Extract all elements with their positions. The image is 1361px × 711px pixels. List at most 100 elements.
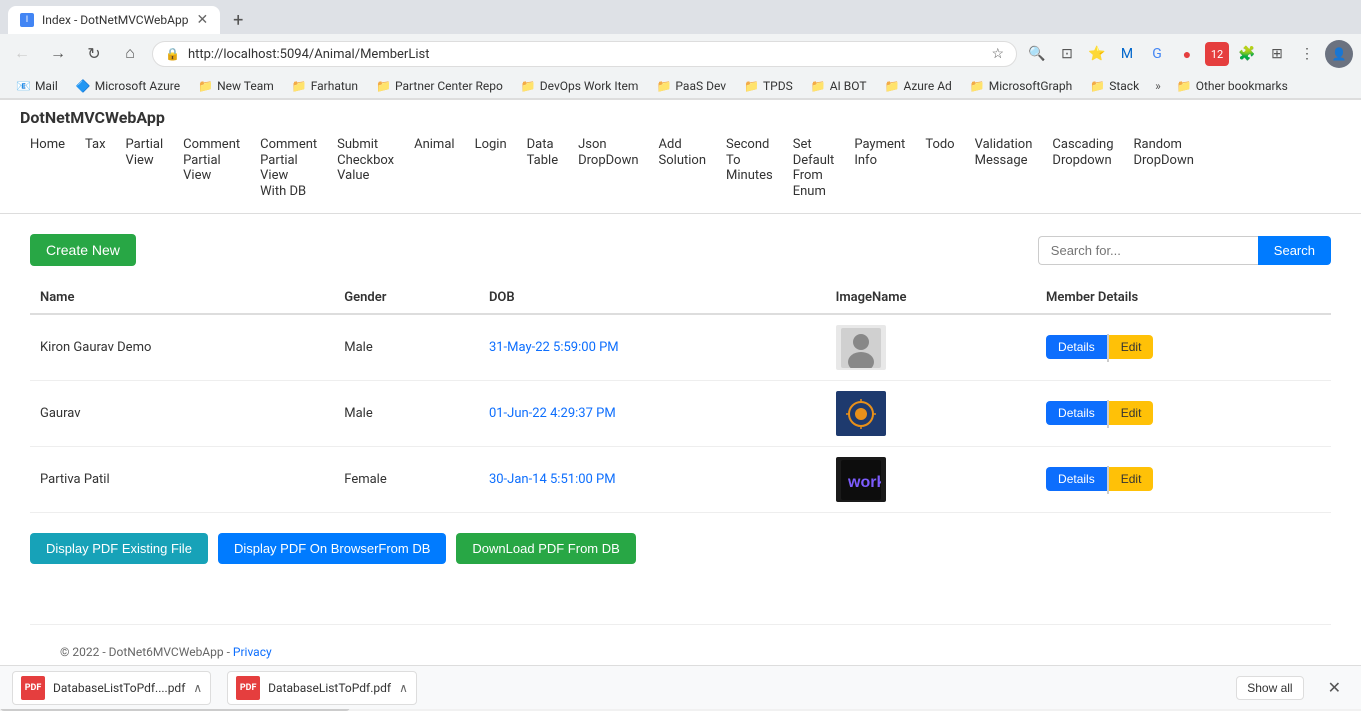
member-gender: Female: [334, 447, 479, 513]
nav-tax[interactable]: Tax: [75, 131, 116, 205]
nav-todo[interactable]: Todo: [915, 131, 964, 205]
pdf-icon: PDF: [21, 676, 45, 700]
bookmark-icon[interactable]: ⭐: [1085, 42, 1109, 66]
nav-payment-info[interactable]: PaymentInfo: [844, 131, 915, 205]
extension-opera-icon[interactable]: ●: [1175, 42, 1199, 66]
nav-second-to-minutes[interactable]: SecondToMinutes: [716, 131, 783, 205]
extension-badge-icon[interactable]: 12: [1205, 42, 1229, 66]
back-button[interactable]: ←: [8, 40, 36, 68]
address-bar[interactable]: 🔒 http://localhost:5094/Animal/MemberLis…: [152, 41, 1017, 67]
nav-validation[interactable]: ValidationMessage: [965, 131, 1043, 205]
member-dob: 31-May-22 5:59:00 PM: [479, 314, 826, 381]
chevron-up-icon[interactable]: ∧: [193, 681, 202, 695]
bookmark-msgraph[interactable]: 📁 MicrosoftGraph: [962, 77, 1080, 95]
bookmark-newteam[interactable]: 📁 New Team: [190, 77, 282, 95]
folder-icon: 📁: [656, 79, 671, 93]
nav-set-default[interactable]: SetDefaultFromEnum: [783, 131, 845, 205]
extension-translate-icon[interactable]: G: [1145, 42, 1169, 66]
nav-json-dropdown[interactable]: JsonDropDown: [568, 131, 648, 205]
nav-cascading[interactable]: CascadingDropdown: [1042, 131, 1123, 205]
edit-button[interactable]: Edit: [1109, 335, 1154, 359]
bookmark-azure[interactable]: 🔷 Microsoft Azure: [68, 77, 188, 95]
browser-tab[interactable]: I Index - DotNetMVCWebApp ✕: [8, 6, 220, 34]
bookmark-mail[interactable]: 📧 Mail: [8, 77, 66, 95]
extension-ms-icon[interactable]: M: [1115, 42, 1139, 66]
dob-link[interactable]: 31-May-22 5:59:00 PM: [489, 340, 619, 355]
details-button[interactable]: Details: [1046, 401, 1107, 425]
azure-icon: 🔷: [76, 79, 91, 93]
folder-icon: 📁: [744, 79, 759, 93]
member-actions: DetailsEdit: [1036, 447, 1331, 513]
nav-partial-view[interactable]: PartialView: [116, 131, 174, 205]
details-button[interactable]: Details: [1046, 467, 1107, 491]
nav-comment-partial[interactable]: CommentPartialView: [173, 131, 250, 205]
dob-link[interactable]: 01-Jun-22 4:29:37 PM: [489, 406, 616, 421]
forward-button[interactable]: →: [44, 40, 72, 68]
bookmark-label: PaaS Dev: [675, 79, 726, 93]
bookmark-label: DevOps Work Item: [540, 79, 639, 93]
edit-button[interactable]: Edit: [1109, 401, 1154, 425]
menu-button[interactable]: ⋮: [1295, 42, 1319, 66]
reload-button[interactable]: ↻: [80, 40, 108, 68]
zoom-icon[interactable]: ⊞: [1265, 42, 1289, 66]
member-image: work: [836, 457, 886, 502]
bookmark-other[interactable]: 📁 Other bookmarks: [1169, 77, 1296, 95]
bookmark-devops[interactable]: 📁 DevOps Work Item: [513, 77, 647, 95]
edit-button[interactable]: Edit: [1109, 467, 1154, 491]
download-item-2[interactable]: PDF DatabaseListToPdf.pdf ∧: [227, 671, 417, 705]
download-item-1[interactable]: PDF DatabaseListToPdf....pdf ∧: [12, 671, 211, 705]
download-filename-1: DatabaseListToPdf....pdf: [53, 681, 185, 695]
bookmark-label: Stack: [1109, 79, 1139, 93]
home-button[interactable]: ⌂: [116, 40, 144, 68]
display-pdf-browser-button[interactable]: Display PDF On BrowserFrom DB: [218, 533, 446, 564]
bookmarks-overflow[interactable]: »: [1149, 79, 1167, 93]
nav-submit-checkbox[interactable]: SubmitCheckboxValue: [327, 131, 404, 205]
col-header-name: Name: [30, 282, 334, 314]
create-new-button[interactable]: Create New: [30, 234, 136, 266]
download-pdf-button[interactable]: DownLoad PDF From DB: [456, 533, 635, 564]
bookmark-farhatun[interactable]: 📁 Farhatun: [284, 77, 366, 95]
mail-icon: 📧: [16, 79, 31, 93]
display-pdf-existing-button[interactable]: Display PDF Existing File: [30, 533, 208, 564]
bookmark-azuread[interactable]: 📁 Azure Ad: [877, 77, 960, 95]
bookmark-partner[interactable]: 📁 Partner Center Repo: [368, 77, 511, 95]
dob-link[interactable]: 30-Jan-14 5:51:00 PM: [489, 472, 616, 487]
nav-comment-partial-db[interactable]: CommentPartialViewWith DB: [250, 131, 327, 205]
extensions-button[interactable]: 🧩: [1235, 42, 1259, 66]
tab-favicon: I: [20, 13, 34, 27]
cast-icon[interactable]: ⊡: [1055, 42, 1079, 66]
bookmark-tpds[interactable]: 📁 TPDS: [736, 77, 801, 95]
bookmark-label: AI BOT: [830, 79, 867, 93]
profile-avatar[interactable]: 👤: [1325, 40, 1353, 68]
nav-home[interactable]: Home: [20, 131, 75, 205]
bookmark-aibot[interactable]: 📁 AI BOT: [803, 77, 875, 95]
member-image: [836, 391, 886, 436]
bookmark-label: Partner Center Repo: [395, 79, 503, 93]
nav-animal[interactable]: Animal: [404, 131, 464, 205]
privacy-link[interactable]: Privacy: [233, 645, 272, 659]
show-all-button[interactable]: Show all: [1236, 676, 1303, 700]
bookmark-label: MicrosoftGraph: [989, 79, 1072, 93]
bookmark-label: TPDS: [763, 79, 793, 93]
search-input[interactable]: [1038, 236, 1258, 265]
member-gender: Male: [334, 314, 479, 381]
footer-copyright: © 2022 - DotNet6MVCWebApp -: [60, 645, 233, 659]
close-download-bar-button[interactable]: ✕: [1320, 674, 1349, 702]
search-icon[interactable]: 🔍: [1025, 42, 1049, 66]
nav-add-solution[interactable]: AddSolution: [649, 131, 716, 205]
search-button[interactable]: Search: [1258, 236, 1331, 265]
table-row: Gaurav Male 01-Jun-22 4:29:37 PM Details…: [30, 381, 1331, 447]
app-brand: DotNetMVCWebApp: [20, 108, 165, 127]
nav-data-table[interactable]: DataTable: [517, 131, 568, 205]
details-button[interactable]: Details: [1046, 335, 1107, 359]
new-tab-button[interactable]: +: [224, 6, 252, 34]
bookmark-stack[interactable]: 📁 Stack: [1082, 77, 1147, 95]
lock-icon: 🔒: [165, 47, 180, 61]
tab-close-button[interactable]: ✕: [196, 12, 208, 28]
bookmark-label: Microsoft Azure: [95, 79, 180, 93]
nav-random-dropdown[interactable]: RandomDropDown: [1124, 131, 1204, 205]
bookmark-paas[interactable]: 📁 PaaS Dev: [648, 77, 734, 95]
chevron-up-icon[interactable]: ∧: [399, 681, 408, 695]
bookmark-label: Mail: [35, 79, 58, 93]
nav-login[interactable]: Login: [465, 131, 517, 205]
